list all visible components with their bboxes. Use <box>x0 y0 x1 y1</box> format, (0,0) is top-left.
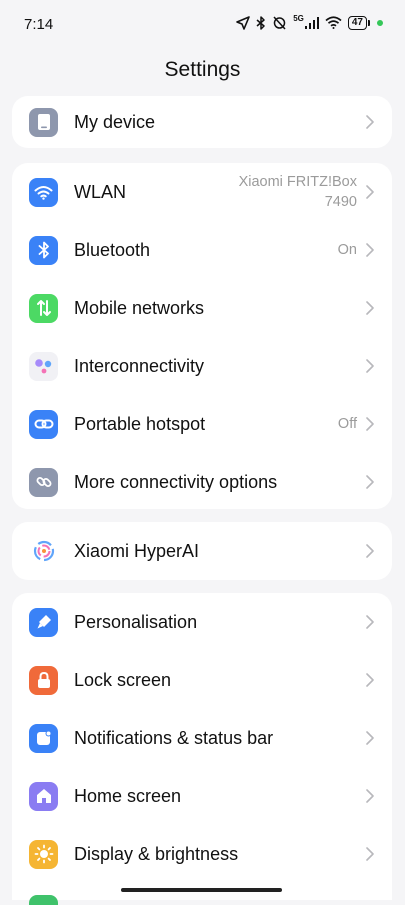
network-type-label: 5G <box>293 14 304 23</box>
settings-item-label: Mobile networks <box>74 297 205 318</box>
settings-item-label: Xiaomi HyperAI <box>74 540 200 561</box>
settings-item-wlan[interactable]: WLAN Xiaomi FRITZ!Box 7490 <box>12 163 392 221</box>
chevron-right-icon <box>365 416 375 432</box>
settings-item-label: More connectivity options <box>74 471 278 492</box>
status-icons: 5G 47 <box>236 14 383 30</box>
chevron-right-icon <box>365 358 375 374</box>
battery-indicator: 47 <box>347 15 371 30</box>
settings-item-home-screen[interactable]: Home screen <box>12 767 392 825</box>
settings-item-interconnectivity[interactable]: Interconnectivity <box>12 337 392 395</box>
settings-item-label: Display & brightness <box>74 843 239 864</box>
privacy-dot <box>377 19 383 26</box>
home-icon <box>29 781 58 811</box>
chevron-right-icon <box>365 672 375 688</box>
settings-item-hyperai[interactable]: Xiaomi HyperAI <box>12 522 392 580</box>
settings-item-label: Interconnectivity <box>74 355 205 376</box>
page-title: Settings <box>164 58 241 81</box>
chevron-right-icon <box>365 300 375 316</box>
settings-group-device: My device <box>12 96 392 148</box>
sun-icon <box>29 839 58 869</box>
location-icon <box>236 15 251 30</box>
chevron-right-icon <box>365 543 375 559</box>
settings-group-ai: Xiaomi HyperAI <box>12 522 392 580</box>
interconnectivity-icon <box>29 351 58 381</box>
settings-item-portable-hotspot[interactable]: Portable hotspot Off <box>12 395 392 453</box>
settings-item-label: My device <box>74 111 156 132</box>
settings-item-label: Portable hotspot <box>74 413 206 434</box>
phone-icon <box>29 107 58 137</box>
chevron-right-icon <box>365 730 375 746</box>
settings-item-label: Lock screen <box>74 669 172 690</box>
alarm-off-icon <box>272 15 287 30</box>
settings-item-label: Bluetooth <box>74 239 151 260</box>
hyperai-icon <box>29 536 58 566</box>
wifi-icon <box>29 177 58 207</box>
settings-item-label: Personalisation <box>74 611 198 632</box>
bluetooth-status: On <box>337 242 357 258</box>
brush-icon <box>29 607 58 637</box>
battery-level: 47 <box>351 16 363 28</box>
status-bar: 7:14 5G 47 <box>0 0 405 50</box>
settings-group-display: Personalisation Lock screen Notification… <box>12 593 392 900</box>
settings-item-label: Notifications & status bar <box>74 727 274 748</box>
status-time: 7:14 <box>24 16 54 33</box>
hotspot-icon <box>29 409 58 439</box>
settings-item-notifications[interactable]: Notifications & status bar <box>12 709 392 767</box>
home-indicator[interactable] <box>121 888 282 892</box>
lock-icon <box>29 665 58 695</box>
chevron-right-icon <box>365 846 375 862</box>
chevron-right-icon <box>365 114 375 130</box>
settings-item-label: WLAN <box>74 181 127 202</box>
mobile-data-icon <box>29 293 58 323</box>
signal-icon: 5G <box>293 14 319 29</box>
settings-item-mobile-networks[interactable]: Mobile networks <box>12 279 392 337</box>
settings-item-display-brightness[interactable]: Display & brightness <box>12 825 392 883</box>
next-item-icon-partial <box>29 895 58 905</box>
settings-group-connectivity: WLAN Xiaomi FRITZ!Box 7490 Bluetooth On … <box>12 163 392 509</box>
chevron-right-icon <box>365 788 375 804</box>
connectivity-link-icon <box>29 467 58 497</box>
chevron-right-icon <box>365 474 375 490</box>
wifi-status-icon <box>325 16 342 29</box>
hotspot-status: Off <box>337 416 357 432</box>
wlan-network-name: Xiaomi FRITZ!Box 7490 <box>238 174 357 210</box>
settings-item-more-connectivity[interactable]: More connectivity options <box>12 453 392 509</box>
bluetooth-status-icon <box>256 15 266 30</box>
settings-item-label: Home screen <box>74 785 182 806</box>
settings-item-bluetooth[interactable]: Bluetooth On <box>12 221 392 279</box>
chevron-right-icon <box>365 614 375 630</box>
settings-item-lock-screen[interactable]: Lock screen <box>12 651 392 709</box>
bluetooth-icon <box>29 235 58 265</box>
chevron-right-icon <box>365 184 375 200</box>
settings-item-my-device[interactable]: My device <box>12 96 392 148</box>
chevron-right-icon <box>365 242 375 258</box>
settings-item-personalisation[interactable]: Personalisation <box>12 593 392 651</box>
notification-icon <box>29 723 58 753</box>
